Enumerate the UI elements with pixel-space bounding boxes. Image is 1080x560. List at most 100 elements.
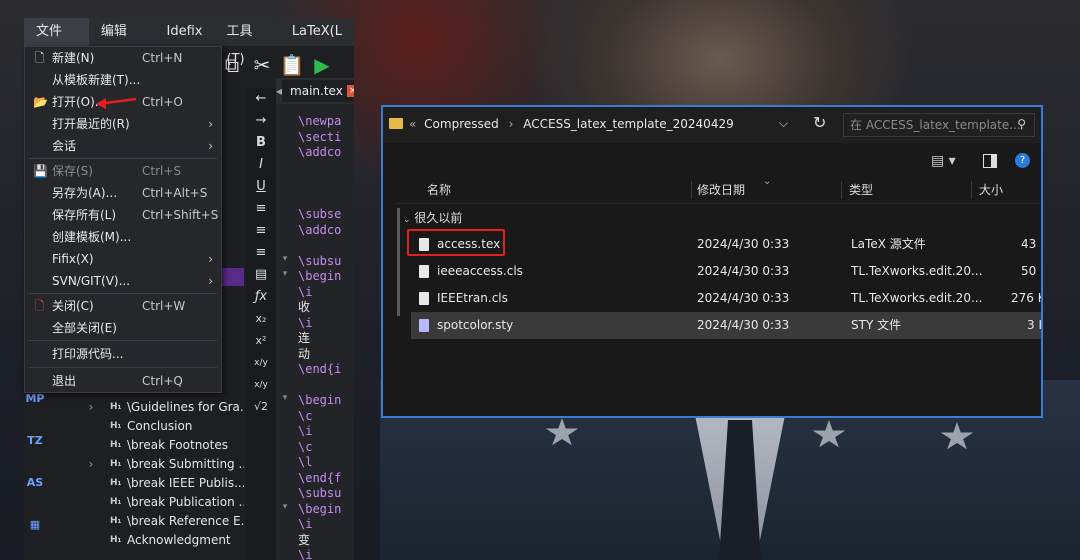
menu-tools[interactable]: 工具(T) — [214, 18, 279, 67]
menu-item-save-all[interactable]: 保存所有(L) Ctrl+Shift+S — [25, 204, 221, 226]
menu-item-open-recent[interactable]: 打开最近的(R) › — [25, 113, 221, 135]
structure-item[interactable]: H₁ \break Publication ... — [84, 493, 244, 512]
tab-label: main.tex — [290, 84, 343, 98]
menu-item-save[interactable]: 💾 保存(S) Ctrl+S — [25, 160, 221, 182]
fraction-display-button[interactable]: x/y — [246, 374, 276, 396]
structure-item[interactable]: H₁ \break Footnotes — [84, 436, 244, 455]
structure-highlight — [220, 268, 244, 286]
file-name: ieeeaccess.cls — [437, 264, 523, 278]
file-date: 2024/4/30 0:33 — [697, 318, 790, 332]
side-tab-as[interactable]: AS — [24, 462, 46, 504]
structure-item[interactable]: H₁ Acknowledgment — [84, 531, 244, 550]
menu-item-create-template[interactable]: 创建模板(M)... — [25, 226, 221, 248]
file-row-ieeeaccess-cls[interactable]: ieeeaccess.cls 2024/4/30 0:33 TL.TeXwork… — [411, 258, 1041, 285]
align-center-icon[interactable]: ≡ — [246, 220, 276, 242]
structure-item[interactable]: H₁ \break IEEE Publis... — [84, 474, 244, 493]
table-icon[interactable]: ▤ — [246, 264, 276, 286]
function-icon[interactable]: ƒx — [246, 286, 276, 308]
column-name[interactable]: 名称 — [427, 177, 451, 203]
cut-icon[interactable]: ✂ — [250, 53, 274, 77]
underline-button[interactable]: U — [246, 176, 276, 198]
command-bar: ▤ ▾ ? — [383, 145, 1041, 177]
structure-item[interactable]: H₁ \break Reference E... — [84, 512, 244, 531]
structure-item[interactable]: › H₁ \Guidelines for Gra... — [84, 398, 244, 417]
menu-item-print-source[interactable]: 打印源代码... — [25, 342, 221, 366]
menu-file[interactable]: 文件(F) — [24, 18, 89, 67]
menu-item-close-all[interactable]: 全部关闭(E) — [25, 317, 221, 339]
help-icon[interactable]: ? — [1015, 153, 1030, 168]
file-row-access-tex[interactable]: access.tex 2024/4/30 0:33 LaTeX 源文件 43 K — [411, 231, 1041, 258]
structure-item[interactable]: H₁ Conclusion — [84, 417, 244, 436]
breadcrumb-overflow[interactable]: « — [409, 117, 416, 131]
file-size: 50 K — [1021, 264, 1041, 278]
file-row-ieeetran-cls[interactable]: IEEEtran.cls 2024/4/30 0:33 TL.TeXworks.… — [411, 285, 1041, 312]
fold-icon[interactable]: ▾ — [276, 254, 294, 270]
chevron-down-icon[interactable]: ⌵ — [779, 116, 788, 131]
superscript-button[interactable]: x² — [246, 330, 276, 352]
sqrt-button[interactable]: √2 — [246, 396, 276, 418]
file-name: IEEEtran.cls — [437, 291, 508, 305]
code-line: \addco — [298, 222, 342, 237]
align-left-icon[interactable]: ≡ — [246, 198, 276, 220]
align-right-icon[interactable]: ≡ — [246, 242, 276, 264]
code-line: 收 — [298, 300, 311, 314]
menu-item-session[interactable]: 会话 › — [25, 135, 221, 157]
menu-item-close[interactable]: 🗋 关闭(C) Ctrl+W — [25, 295, 221, 317]
search-input[interactable]: 在 ACCESS_latex_template... ⚲ — [843, 113, 1035, 137]
menu-item-fifix[interactable]: Fifix(X) › — [25, 248, 221, 270]
menu-item-svn-git[interactable]: SVN/GIT(V)... › — [25, 270, 221, 292]
breadcrumb-folder[interactable]: ACCESS_latex_template_20240429 — [523, 117, 734, 131]
back-arrow-icon[interactable]: ← — [246, 88, 276, 110]
preview-pane-icon[interactable] — [983, 154, 997, 168]
subscript-button[interactable]: x₂ — [246, 308, 276, 330]
column-date[interactable]: 修改日期 — [697, 177, 745, 203]
view-options-icon[interactable]: ▤ ▾ — [931, 153, 956, 169]
menu-item-new-from-template[interactable]: 从模板新建(T)... — [25, 69, 221, 91]
scrollbar[interactable] — [397, 203, 401, 413]
menu-separator — [29, 293, 217, 294]
side-tab-tz[interactable]: TZ — [24, 420, 46, 462]
bookmark-icon[interactable]: ▦ — [24, 504, 46, 546]
open-file-icon: 📂 — [33, 95, 48, 109]
menu-latex[interactable]: LaTeX(L — [280, 18, 354, 46]
code-editor[interactable]: ◂ main.tex × ▾ ▾ ▾ ▾ \newpa \secti \addco… — [276, 78, 354, 560]
address-bar[interactable]: « Compressed › ACCESS_latex_template_202… — [383, 107, 1041, 143]
refresh-icon[interactable]: ↻ — [813, 113, 826, 132]
forward-arrow-icon[interactable]: → — [246, 110, 276, 132]
file-type: TL.TeXworks.edit.20... — [851, 291, 983, 305]
menu-item-exit[interactable]: 退出 Ctrl+Q — [25, 369, 221, 393]
italic-button[interactable]: I — [246, 154, 276, 176]
paste-icon[interactable]: 📋 — [280, 53, 305, 77]
breadcrumb-separator-icon: › — [508, 117, 514, 131]
copy-icon[interactable]: ⧉ — [220, 53, 244, 77]
fold-icon[interactable]: ▾ — [276, 393, 294, 409]
file-row-spotcolor-sty[interactable]: spotcolor.sty 2024/4/30 0:33 STY 文件 3 K — [411, 312, 1041, 339]
code-line: \end{i — [298, 362, 342, 376]
file-date: 2024/4/30 0:33 — [697, 291, 790, 305]
menu-item-new[interactable]: 🗋 新建(N) Ctrl+N — [25, 47, 221, 69]
code-line: \l — [298, 455, 313, 469]
breadcrumb-compressed[interactable]: Compressed — [420, 117, 499, 131]
file-group-header[interactable]: ⌄ 很久以前 — [403, 209, 462, 226]
fold-icon[interactable]: ▾ — [276, 269, 294, 285]
structure-item[interactable]: › H₁ \break Submitting ... — [84, 455, 244, 474]
fraction-button[interactable]: x/y — [246, 352, 276, 374]
chevron-right-icon: › — [208, 117, 213, 131]
file-type: STY 文件 — [851, 318, 902, 332]
column-type[interactable]: 类型 — [849, 177, 873, 203]
run-icon[interactable]: ▶ — [310, 53, 334, 77]
code-line: \secti — [298, 129, 342, 144]
bold-button[interactable]: B — [246, 132, 276, 154]
close-icon[interactable]: × — [346, 85, 354, 97]
tab-main-tex[interactable]: main.tex × — [282, 80, 354, 102]
menu-idefix[interactable]: Idefix — [155, 18, 215, 46]
chevron-down-icon: ⌄ — [403, 215, 411, 225]
menu-item-save-as[interactable]: 另存为(A)... Ctrl+Alt+S — [25, 182, 221, 204]
column-size[interactable]: 大小 — [979, 177, 1003, 203]
search-icon: ⚲ — [1017, 117, 1026, 131]
fold-icon[interactable]: ▾ — [276, 502, 294, 518]
menu-edit[interactable]: 编辑(E) — [89, 18, 155, 67]
